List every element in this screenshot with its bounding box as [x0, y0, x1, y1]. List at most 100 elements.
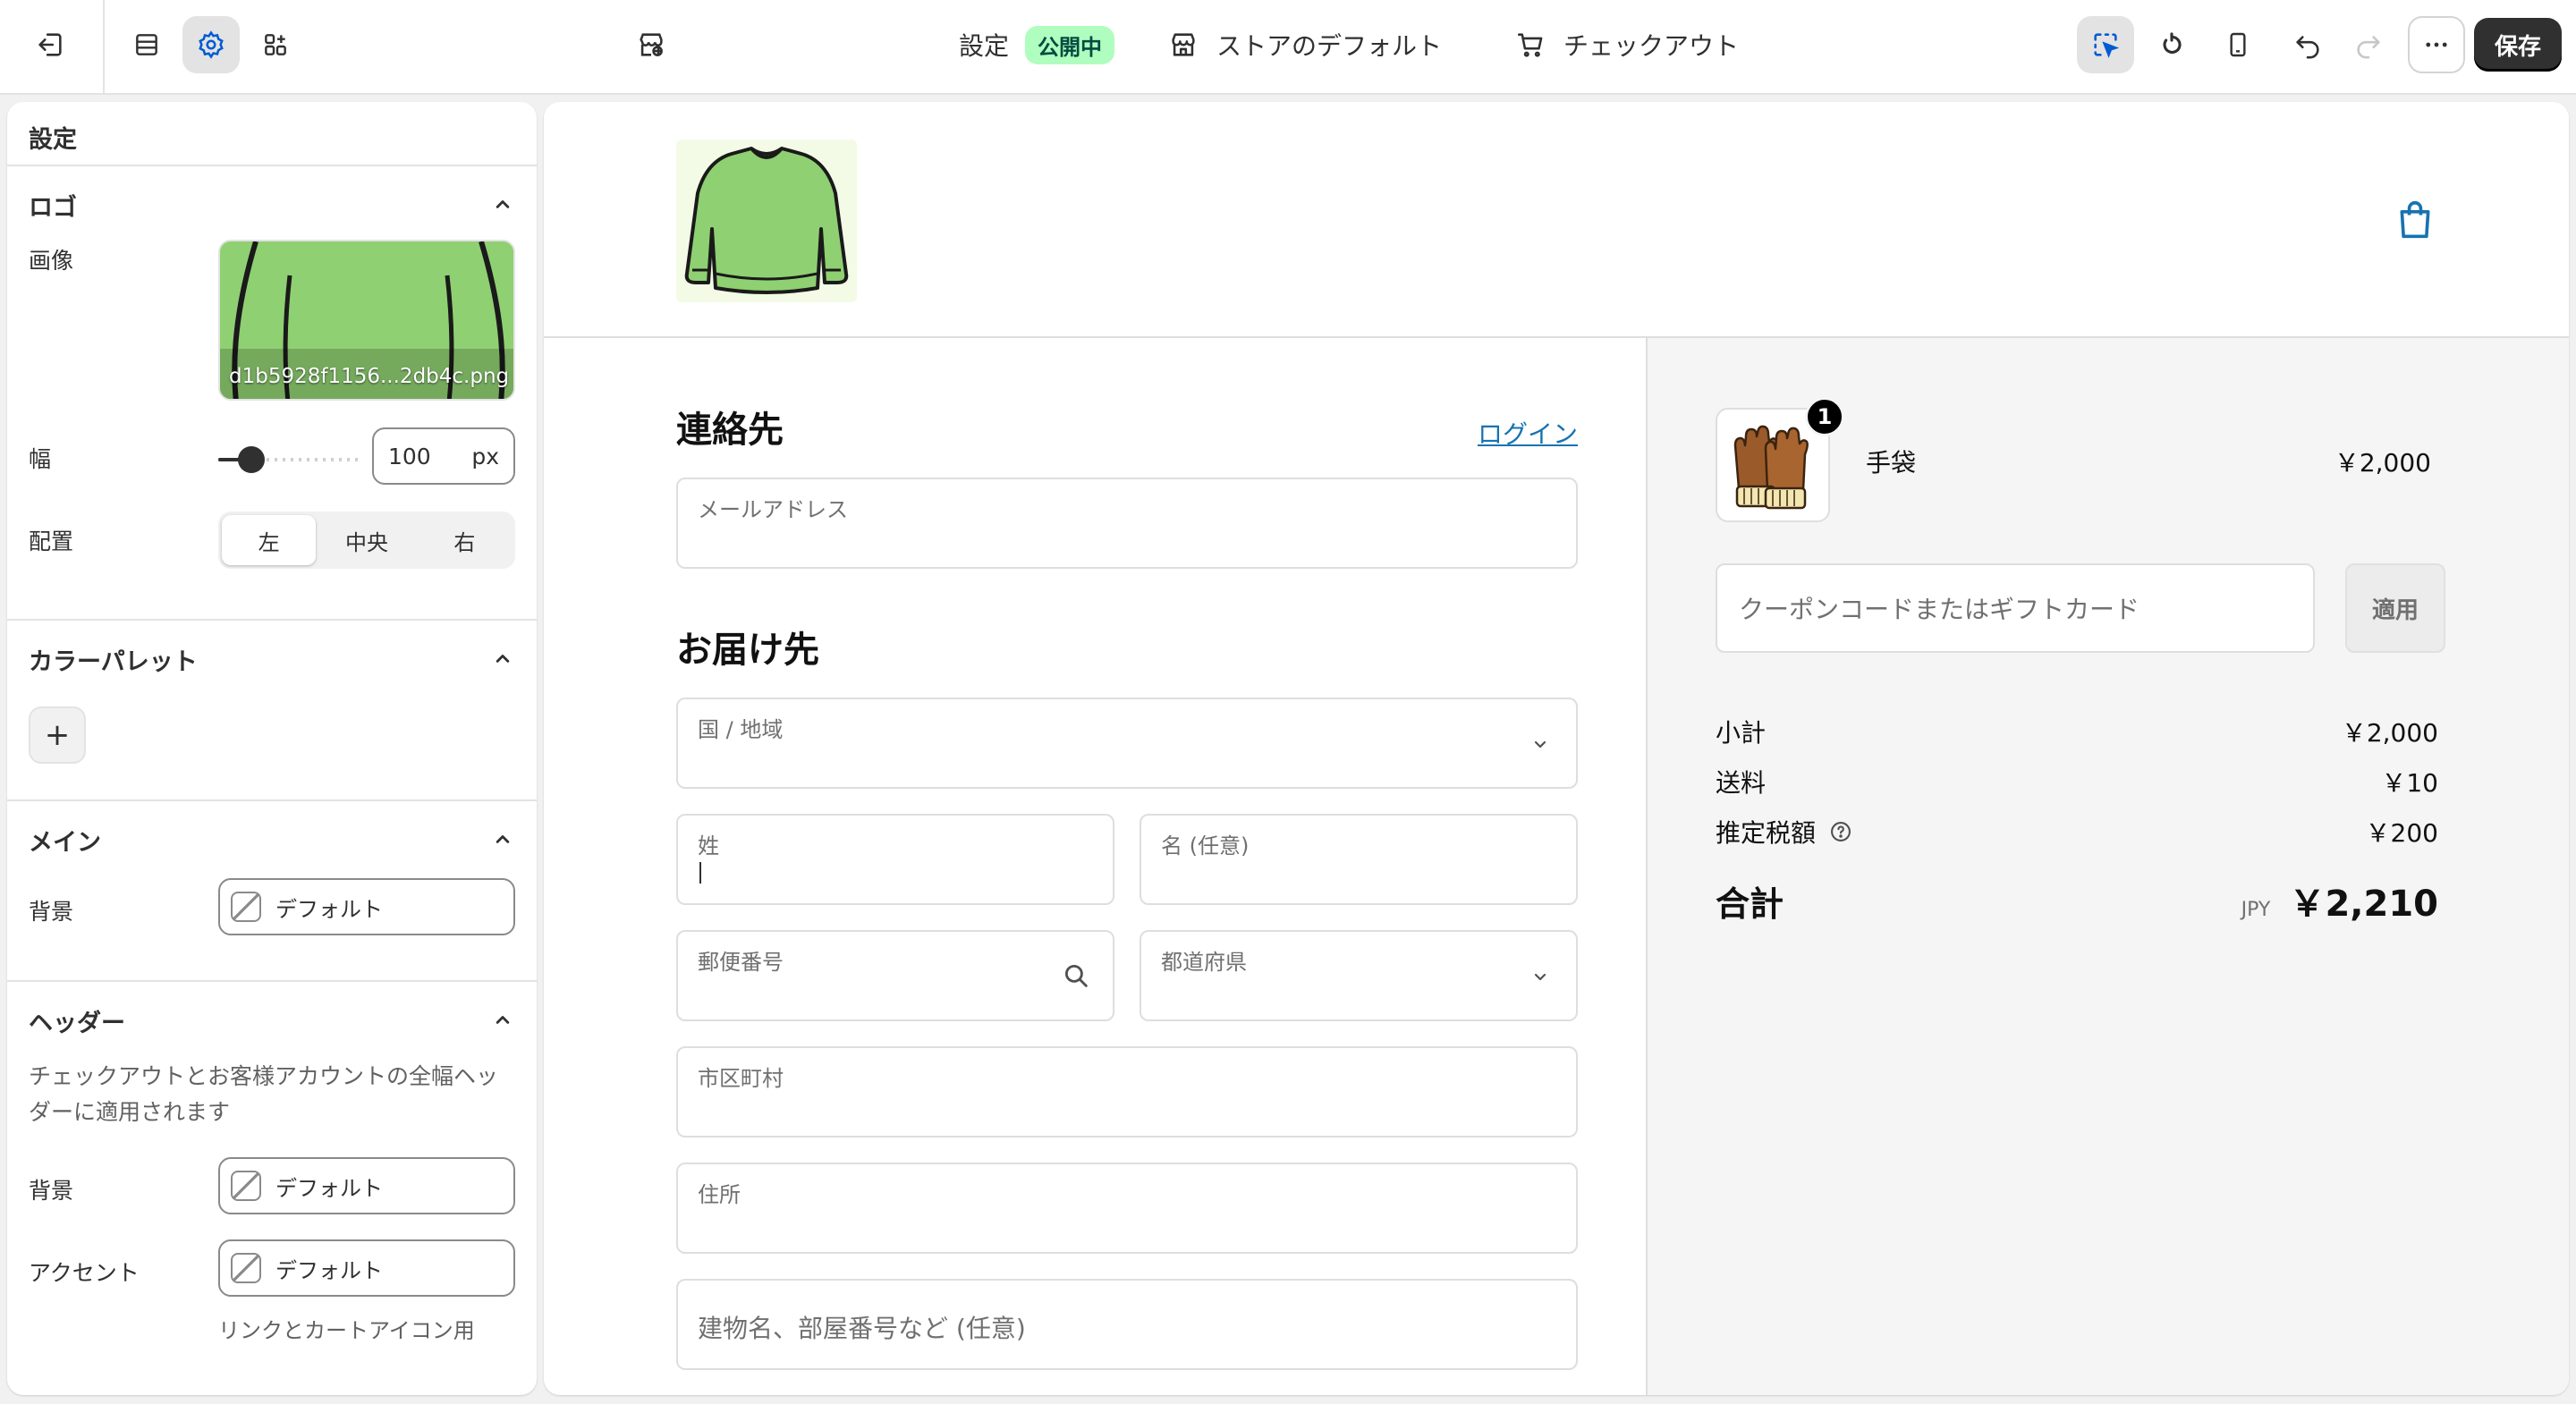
header-bg-color-picker[interactable]: デフォルト — [218, 1157, 515, 1214]
align-right-option[interactable]: 右 — [418, 515, 512, 565]
apply-coupon-button[interactable]: 適用 — [2345, 563, 2445, 653]
cart-bag-button[interactable] — [2395, 199, 2435, 241]
main-section: メイン 背景 デフォルト — [7, 801, 537, 982]
logo-image-picker[interactable]: d1b5928f1156...2db4c.png — [218, 240, 515, 401]
contact-heading: 連絡先 — [676, 410, 784, 451]
total-currency: JPY — [2241, 899, 2271, 921]
building-field[interactable]: 建物名、部屋番号など (任意) — [676, 1279, 1578, 1370]
header-accent-color-picker[interactable]: デフォルト — [218, 1239, 515, 1297]
delivery-heading: お届け先 — [676, 630, 819, 671]
login-link[interactable]: ログイン — [1478, 415, 1578, 451]
width-label: 幅 — [29, 446, 52, 472]
settings-panel: 設定 ロゴ 画像 d1b5928f1156...2db4c.png 幅 100 … — [7, 102, 537, 1395]
redo-button[interactable] — [2340, 16, 2397, 73]
header-bg-value: デフォルト — [275, 1175, 383, 1201]
store-default-selector[interactable]: ストアのデフォルト — [1168, 23, 1442, 66]
panel-title: 設定 — [7, 102, 537, 166]
header-heading: ヘッダー — [29, 1009, 125, 1037]
template-selector[interactable]: 設定 公開中 — [959, 23, 1115, 66]
locale-button[interactable] — [623, 16, 680, 73]
checkout-form: 連絡先 ログイン メールアドレス お届け先 国 / 地域 姓 名 (任意) 郵便… — [544, 338, 1646, 1395]
apps-icon — [261, 30, 290, 59]
preview-header — [544, 102, 2569, 338]
palette-row: + — [7, 698, 537, 778]
accent-help-text: リンクとカートアイコン用 — [218, 1318, 475, 1343]
header-section-header[interactable]: ヘッダー — [7, 982, 537, 1059]
refresh-icon — [2157, 30, 2187, 60]
logo-align-row: 配置 左 中央 右 — [7, 508, 537, 588]
first-name-field[interactable]: 名 (任意) — [1140, 814, 1578, 905]
redo-icon — [2353, 30, 2384, 60]
last-name-label: 姓 — [698, 833, 719, 858]
logo-section-header[interactable]: ロゴ — [7, 166, 537, 243]
chevron-up-icon — [490, 1008, 515, 1033]
cart-icon — [1515, 30, 1546, 60]
exit-button[interactable] — [21, 16, 79, 73]
header-description: チェックアウトとお客様アカウントの全幅ヘッダーに適用されます — [29, 1063, 499, 1125]
width-slider-handle[interactable] — [238, 446, 265, 473]
mobile-preview-button[interactable] — [2209, 16, 2267, 73]
chevron-up-icon — [490, 647, 515, 672]
align-left-option[interactable]: 左 — [222, 515, 317, 565]
undo-icon — [2292, 30, 2323, 60]
checkout-label: チェックアウト — [1563, 31, 1740, 61]
main-bg-label: 背景 — [29, 899, 74, 925]
width-value: 100 — [388, 443, 431, 469]
add-color-button[interactable]: + — [29, 706, 86, 764]
first-name-label: 名 (任意) — [1161, 833, 1250, 858]
width-input[interactable]: 100 px — [372, 427, 515, 485]
sections-button[interactable] — [118, 16, 175, 73]
save-button[interactable]: 保存 — [2474, 18, 2562, 72]
total-row: 合計 JPY ￥2,210 — [1716, 875, 2438, 926]
globe-store-icon — [636, 30, 666, 60]
undo-button[interactable] — [2279, 16, 2336, 73]
align-center-option[interactable]: 中央 — [319, 515, 413, 565]
logo-image-row: 画像 d1b5928f1156...2db4c.png — [7, 240, 537, 422]
text-cursor — [699, 862, 701, 884]
chevron-up-icon — [490, 827, 515, 852]
email-placeholder: メールアドレス — [698, 497, 848, 522]
more-actions-button[interactable] — [2408, 16, 2465, 73]
help-icon[interactable] — [1828, 819, 1853, 844]
store-logo[interactable] — [676, 140, 857, 302]
inspector-button[interactable] — [2077, 16, 2134, 73]
refresh-button[interactable] — [2143, 16, 2200, 73]
settings-title: 設定 — [959, 31, 1010, 61]
search-icon[interactable] — [1061, 960, 1091, 991]
subtotal-row: 小計 ￥2,000 — [1716, 714, 2438, 749]
palette-section-header[interactable]: カラーパレット — [7, 621, 537, 698]
logo-heading: ロゴ — [29, 193, 77, 222]
settings-button[interactable] — [182, 16, 240, 73]
logo-section: ロゴ 画像 d1b5928f1156...2db4c.png 幅 100 px … — [7, 166, 537, 621]
apps-button[interactable] — [247, 16, 304, 73]
main-bg-row: 背景 デフォルト — [7, 878, 537, 959]
tax-label-group: 推定税額 — [1716, 814, 1853, 850]
main-bg-color-picker[interactable]: デフォルト — [218, 878, 515, 935]
coupon-input[interactable]: クーポンコードまたはギフトカード — [1716, 563, 2315, 653]
main-section-header[interactable]: メイン — [7, 801, 537, 878]
header-section: ヘッダー チェックアウトとお客様アカウントの全幅ヘッダーに適用されます 背景 デ… — [7, 982, 537, 1393]
gear-icon — [196, 30, 226, 60]
accent-value: デフォルト — [275, 1257, 383, 1283]
header-bg-label: 背景 — [29, 1178, 74, 1204]
color-swatch — [231, 892, 261, 922]
inspector-icon — [2090, 30, 2121, 60]
postal-code-field[interactable]: 郵便番号 — [676, 930, 1114, 1021]
city-label: 市区町村 — [698, 1066, 784, 1091]
email-field[interactable]: メールアドレス — [676, 478, 1578, 569]
country-select[interactable]: 国 / 地域 — [676, 698, 1578, 789]
image-label: 画像 — [29, 248, 74, 274]
checkout-selector[interactable]: チェックアウト — [1515, 23, 1739, 66]
last-name-field[interactable]: 姓 — [676, 814, 1114, 905]
total-label: 合計 — [1716, 884, 1784, 924]
sections-icon — [132, 30, 161, 59]
subtotal-value: ￥2,000 — [2341, 718, 2438, 748]
address-field[interactable]: 住所 — [676, 1163, 1578, 1254]
city-field[interactable]: 市区町村 — [676, 1046, 1578, 1138]
width-unit: px — [471, 443, 499, 469]
tax-value: ￥200 — [2365, 818, 2438, 848]
shipping-value: ￥10 — [2381, 768, 2438, 798]
prefecture-select[interactable]: 都道府県 — [1140, 930, 1578, 1021]
palette-heading: カラーパレット — [29, 647, 198, 676]
mobile-icon — [2224, 30, 2252, 59]
